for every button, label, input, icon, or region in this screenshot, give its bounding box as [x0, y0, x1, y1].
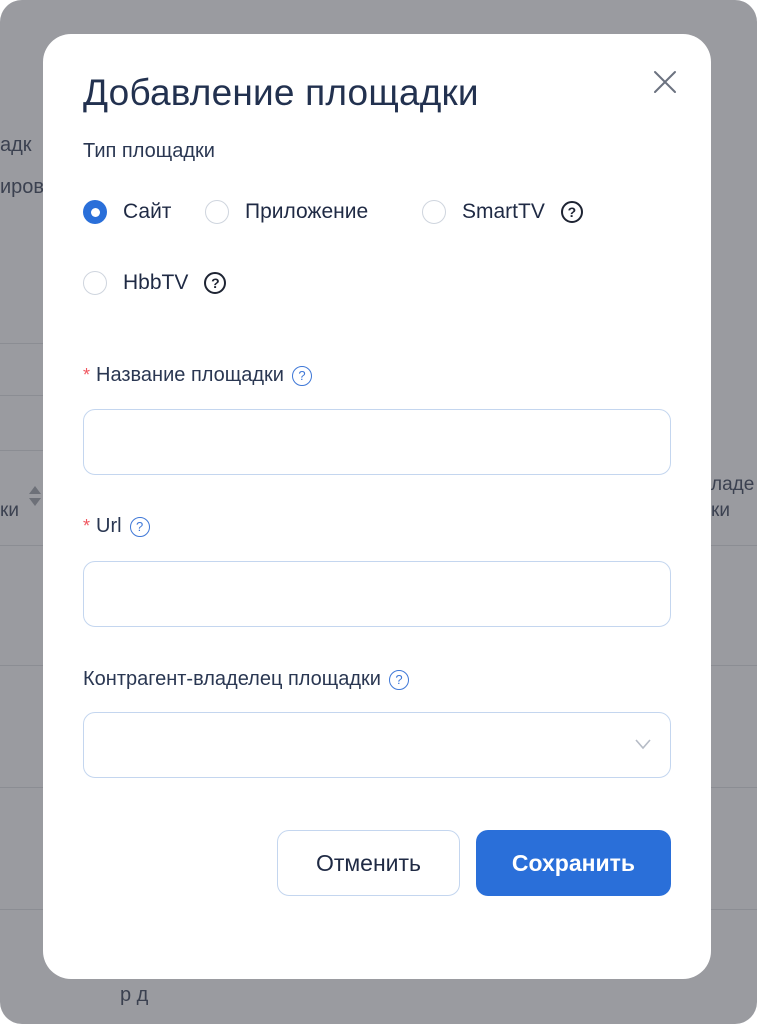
help-icon[interactable]: ? — [291, 365, 312, 386]
url-label-text: Url — [96, 515, 122, 537]
required-asterisk: * — [83, 365, 91, 385]
radio-hbbtv[interactable]: HbbTV ? — [83, 271, 227, 295]
radio-indicator — [205, 200, 229, 224]
radio-app[interactable]: Приложение — [205, 200, 368, 224]
url-label: * Url ? — [83, 515, 150, 538]
background-divider — [711, 909, 757, 910]
owner-select[interactable] — [83, 712, 671, 778]
radio-indicator — [422, 200, 446, 224]
background-text: р д — [120, 984, 149, 1006]
radio-site-label: Сайт — [123, 200, 172, 223]
sort-icon — [29, 486, 41, 506]
background-divider — [0, 450, 43, 451]
url-input[interactable] — [83, 561, 671, 627]
help-icon[interactable]: ? — [560, 201, 583, 223]
background-divider — [0, 665, 43, 666]
help-icon[interactable]: ? — [129, 516, 150, 537]
background-text: иров — [0, 176, 45, 198]
radio-smarttv-label: SmartTV — [462, 200, 545, 223]
radio-smarttv[interactable]: SmartTV ? — [422, 200, 583, 224]
background-divider — [0, 909, 43, 910]
background-divider — [0, 343, 43, 344]
radio-site[interactable]: Сайт — [83, 200, 171, 224]
platform-name-label: * Название площадки ? — [83, 364, 312, 387]
background-divider — [0, 787, 43, 788]
close-icon[interactable] — [651, 68, 679, 96]
background-text: адк — [0, 134, 32, 156]
background-text: ки — [0, 500, 19, 521]
platform-type-label: Тип площадки — [83, 140, 215, 162]
help-icon[interactable]: ? — [388, 669, 409, 690]
modal-title: Добавление площадки — [83, 72, 479, 113]
background-text: ки — [711, 500, 730, 521]
background-divider — [711, 787, 757, 788]
background-divider — [0, 395, 43, 396]
background-divider — [711, 545, 757, 546]
save-button[interactable]: Сохранить — [476, 830, 671, 896]
radio-checked-indicator — [83, 200, 107, 224]
required-asterisk: * — [83, 516, 91, 536]
radio-app-label: Приложение — [245, 200, 369, 223]
background-divider — [711, 665, 757, 666]
cancel-button[interactable]: Отменить — [277, 830, 460, 896]
chevron-down-icon — [635, 739, 651, 750]
owner-label-text: Контрагент-владелец площадки — [83, 668, 381, 690]
radio-hbbtv-label: HbbTV — [123, 271, 189, 294]
platform-name-input[interactable] — [83, 409, 671, 475]
platform-name-label-text: Название площадки — [96, 364, 284, 386]
add-platform-modal: Добавление площадки Тип площадки Сайт Пр… — [43, 34, 711, 979]
radio-indicator — [83, 271, 107, 295]
owner-label: Контрагент-владелец площадки ? — [83, 668, 409, 691]
help-icon[interactable]: ? — [204, 272, 227, 294]
background-text: ладе — [711, 474, 755, 495]
background-divider — [0, 545, 43, 546]
